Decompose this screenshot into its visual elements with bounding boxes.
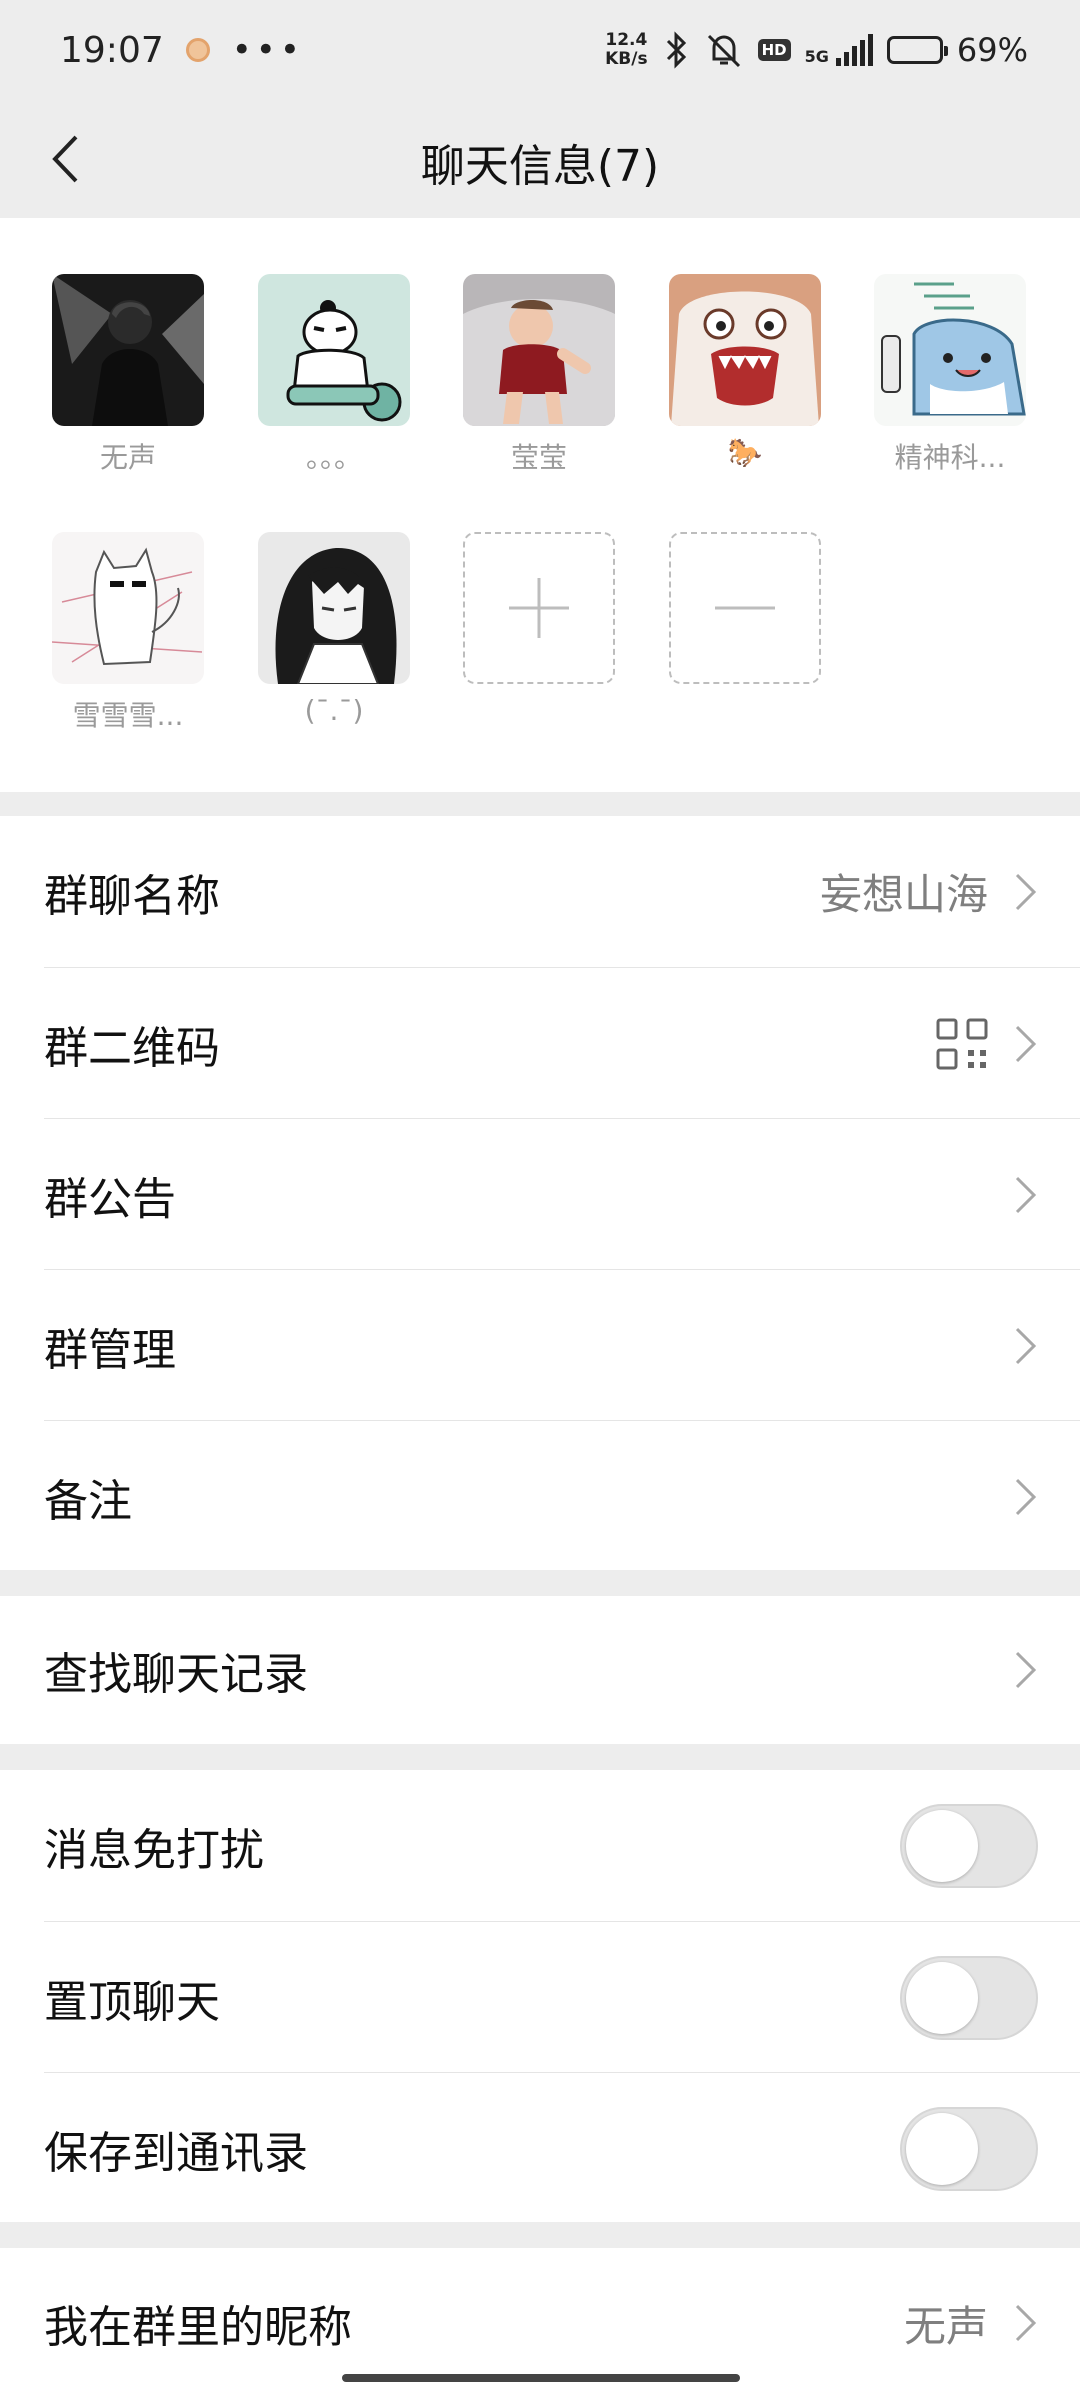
chevron-right-icon [1015,1025,1037,1062]
remove-member-button[interactable] [669,532,821,684]
save-contacts-row: 保存到通讯录 [0,2073,1080,2224]
minus-icon [715,606,775,610]
pin-chat-toggle[interactable] [900,1955,1038,2040]
search-history-card: 查找聊天记录 [0,1596,1080,1744]
avatar [874,274,1026,426]
member-item[interactable]: 🐎 [669,274,821,469]
avatar [258,532,410,684]
mute-toggle[interactable] [900,1803,1038,1888]
group-qrcode-row[interactable]: 群二维码 [0,968,1080,1119]
group-settings-card: 群聊名称 妄想山海 群二维码 群公告 群管理 备注 [0,816,1080,1570]
avatar [52,274,204,426]
network-speed: 12.4 KB/s [605,30,648,69]
group-announcement-label: 群公告 [44,1173,176,1225]
qrcode-icon [936,1018,988,1069]
chevron-right-icon [1015,873,1037,910]
more-notifications-icon: ••• [231,30,304,70]
avatar [52,532,204,684]
page-title: 聊天信息(7) [420,141,660,192]
nickname-value: 无声 [903,2301,988,2351]
toggle-knob [906,1809,978,1882]
member-name: 雪雪雪... [72,699,184,732]
group-manage-label: 群管理 [44,1324,176,1376]
avatar [258,274,410,426]
member-name: (ˉ.ˉ) [304,694,364,727]
nav-bar: 聊天信息(7) [0,100,1080,218]
mute-row: 消息免打扰 [0,1770,1080,1921]
group-name-row[interactable]: 群聊名称 妄想山海 [0,816,1080,967]
chevron-right-icon [1015,1176,1037,1213]
group-manage-row[interactable]: 群管理 [0,1270,1080,1421]
battery-percent: 69% [956,31,1028,69]
bluetooth-icon [666,31,686,69]
group-name-label: 群聊名称 [44,870,220,922]
group-announcement-row[interactable]: 群公告 [0,1119,1080,1270]
toggle-knob [906,2112,978,2185]
member-item[interactable]: 无声 [52,274,204,476]
plus-icon [509,578,569,638]
avatar [669,274,821,426]
nickname-label: 我在群里的昵称 [44,2302,352,2353]
battery-icon [886,36,948,64]
chevron-right-icon [1015,1651,1037,1689]
group-name-value: 妄想山海 [819,870,988,919]
home-indicator[interactable] [342,2374,740,2382]
toggle-knob [906,1961,978,2034]
member-name: 🐎 [727,436,763,469]
save-contacts-label: 保存到通讯录 [44,2127,308,2179]
mute-label: 消息免打扰 [44,1824,264,1876]
member-item[interactable]: 莹莹 [463,274,615,476]
chevron-right-icon [1015,1327,1037,1364]
member-name: 。。。 [305,441,362,474]
app-notification-icon [185,38,210,62]
add-member-button[interactable] [463,532,615,684]
member-name: 精神科... [894,441,1006,474]
member-item[interactable]: (ˉ.ˉ) [258,532,410,727]
mute-bell-icon [707,34,740,68]
member-name: 无声 [99,441,156,474]
search-history-row[interactable]: 查找聊天记录 [0,1596,1080,1744]
signal-icon: 5G [805,34,873,66]
member-item[interactable]: 精神科... [874,274,1026,476]
search-history-label: 查找聊天记录 [44,1649,308,1700]
member-item[interactable]: 雪雪雪... [52,532,204,734]
member-name: 莹莹 [510,441,567,474]
member-grid: 无声 。。。 莹莹 🐎 精神科... 雪雪雪... (ˉ.ˉ) [0,218,1080,792]
remark-label: 备注 [44,1475,132,1527]
member-item[interactable]: 。。。 [258,274,410,476]
group-qrcode-label: 群二维码 [44,1022,220,1074]
status-time: 19:07 [60,29,164,71]
status-bar: 19:07 ••• 12.4 KB/s HD 5G 69% [0,0,1080,100]
chevron-right-icon [1015,2304,1037,2342]
chevron-right-icon [1015,1478,1037,1515]
remark-row[interactable]: 备注 [0,1421,1080,1572]
hd-badge: HD [757,39,791,61]
avatar [463,274,615,426]
pin-chat-label: 置顶聊天 [44,1976,220,2028]
pin-chat-row: 置顶聊天 [0,1922,1080,2073]
save-contacts-toggle[interactable] [900,2106,1038,2191]
toggle-settings-card: 消息免打扰 置顶聊天 保存到通讯录 [0,1770,1080,2222]
